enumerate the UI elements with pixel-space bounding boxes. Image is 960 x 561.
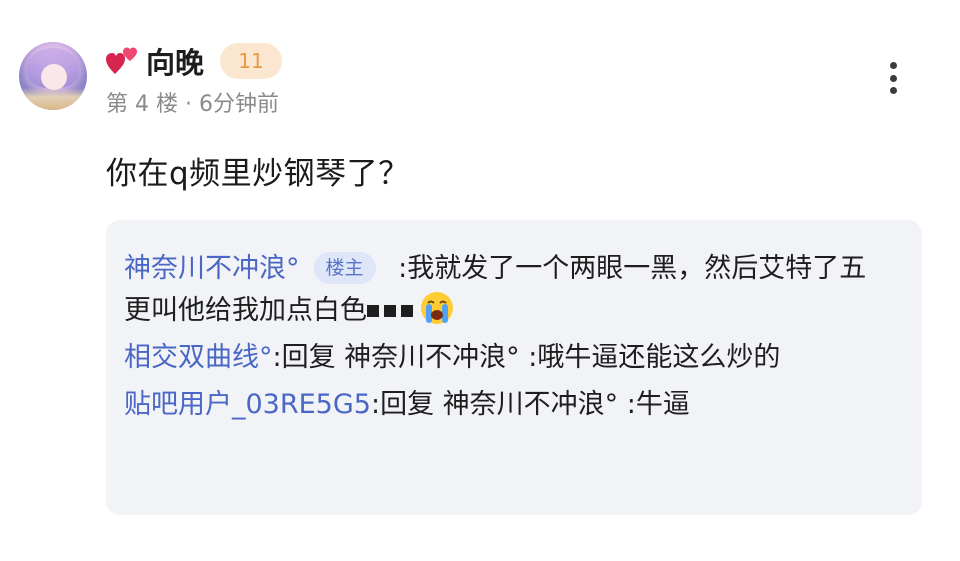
op-badge: 楼主 xyxy=(313,252,376,284)
reply-user-link[interactable]: 神奈川不冲浪° xyxy=(124,253,300,284)
square-icon xyxy=(384,305,396,317)
reply-item[interactable]: 神奈川不冲浪° 楼主 :我就发了一个两眼一黑，然后艾特了五更叫他给我加点白色 xyxy=(124,248,888,332)
reply-item[interactable]: 贴吧用户_03RE5G5:回复 神奈川不冲浪° :牛逼 xyxy=(124,384,888,426)
username[interactable]: 向晚 xyxy=(146,40,204,82)
loudly-crying-face-icon xyxy=(421,292,453,324)
two-hearts-icon xyxy=(106,47,137,74)
reply-text: :回复 神奈川不冲浪° :哦牛逼还能这么炒的 xyxy=(272,342,781,373)
user-avatar[interactable] xyxy=(19,42,87,110)
reply-text: :回复 神奈川不冲浪° :牛逼 xyxy=(370,389,690,420)
avatar-glow xyxy=(19,88,87,110)
level-badge: 11 xyxy=(220,43,283,79)
avatar-face xyxy=(41,64,67,90)
post-header: 向晚 11 xyxy=(106,40,283,82)
post-content: 你在q频里炒钢琴了？ xyxy=(106,156,410,192)
square-icon xyxy=(367,305,379,317)
reply-item[interactable]: 相交双曲线°:回复 神奈川不冲浪° :哦牛逼还能这么炒的 xyxy=(124,337,888,379)
reply-user-link[interactable]: 相交双曲线° xyxy=(124,342,273,373)
more-vertical-icon[interactable] xyxy=(885,62,901,94)
reply-user-link[interactable]: 贴吧用户_03RE5G5 xyxy=(124,389,371,420)
square-icon xyxy=(401,305,413,317)
reply-list[interactable]: 神奈川不冲浪° 楼主 :我就发了一个两眼一黑，然后艾特了五更叫他给我加点白色 相交… xyxy=(106,220,922,515)
floor-and-time: 第 4 楼 · 6分钟前 xyxy=(106,92,279,117)
